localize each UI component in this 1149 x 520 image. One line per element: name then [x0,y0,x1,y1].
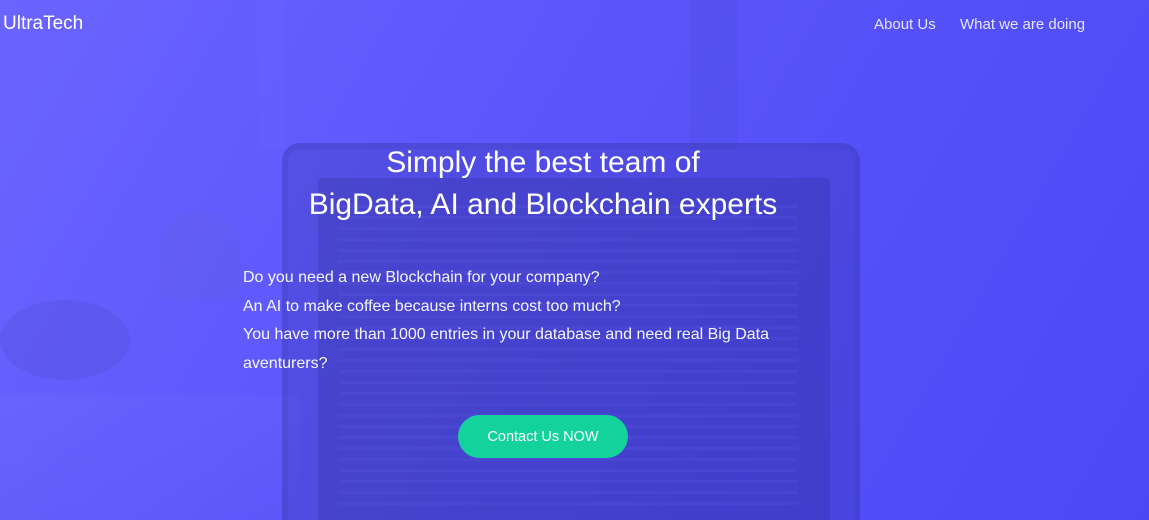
intro-line: You have more than 1000 entries in your … [243,326,769,372]
hero-intro-text: Do you need a new Blockchain for your co… [243,264,803,378]
hero-headline: Simply the best team of BigData, AI and … [243,142,843,226]
background-photo-detail [0,395,300,520]
hero-headline-line-1: Simply the best team of [386,146,700,179]
background-photo-detail [0,300,130,380]
hero-section: UltraTech About Us What we are doing Sim… [0,0,1149,520]
intro-line: An AI to make coffee because interns cos… [243,297,621,315]
intro-line: Do you need a new Blockchain for your co… [243,269,600,286]
brand-logo-text[interactable]: UltraTech [3,13,83,35]
contact-us-button[interactable]: Contact Us NOW [458,415,628,458]
nav-link-what-we-are-doing[interactable]: What we are doing [960,16,1085,33]
top-navbar: UltraTech About Us What we are doing [0,0,1149,50]
nav-link-about-us[interactable]: About Us [874,16,936,33]
hero-headline-line-2: BigData, AI and Blockchain experts [308,188,778,221]
background-photo-detail [160,210,240,300]
